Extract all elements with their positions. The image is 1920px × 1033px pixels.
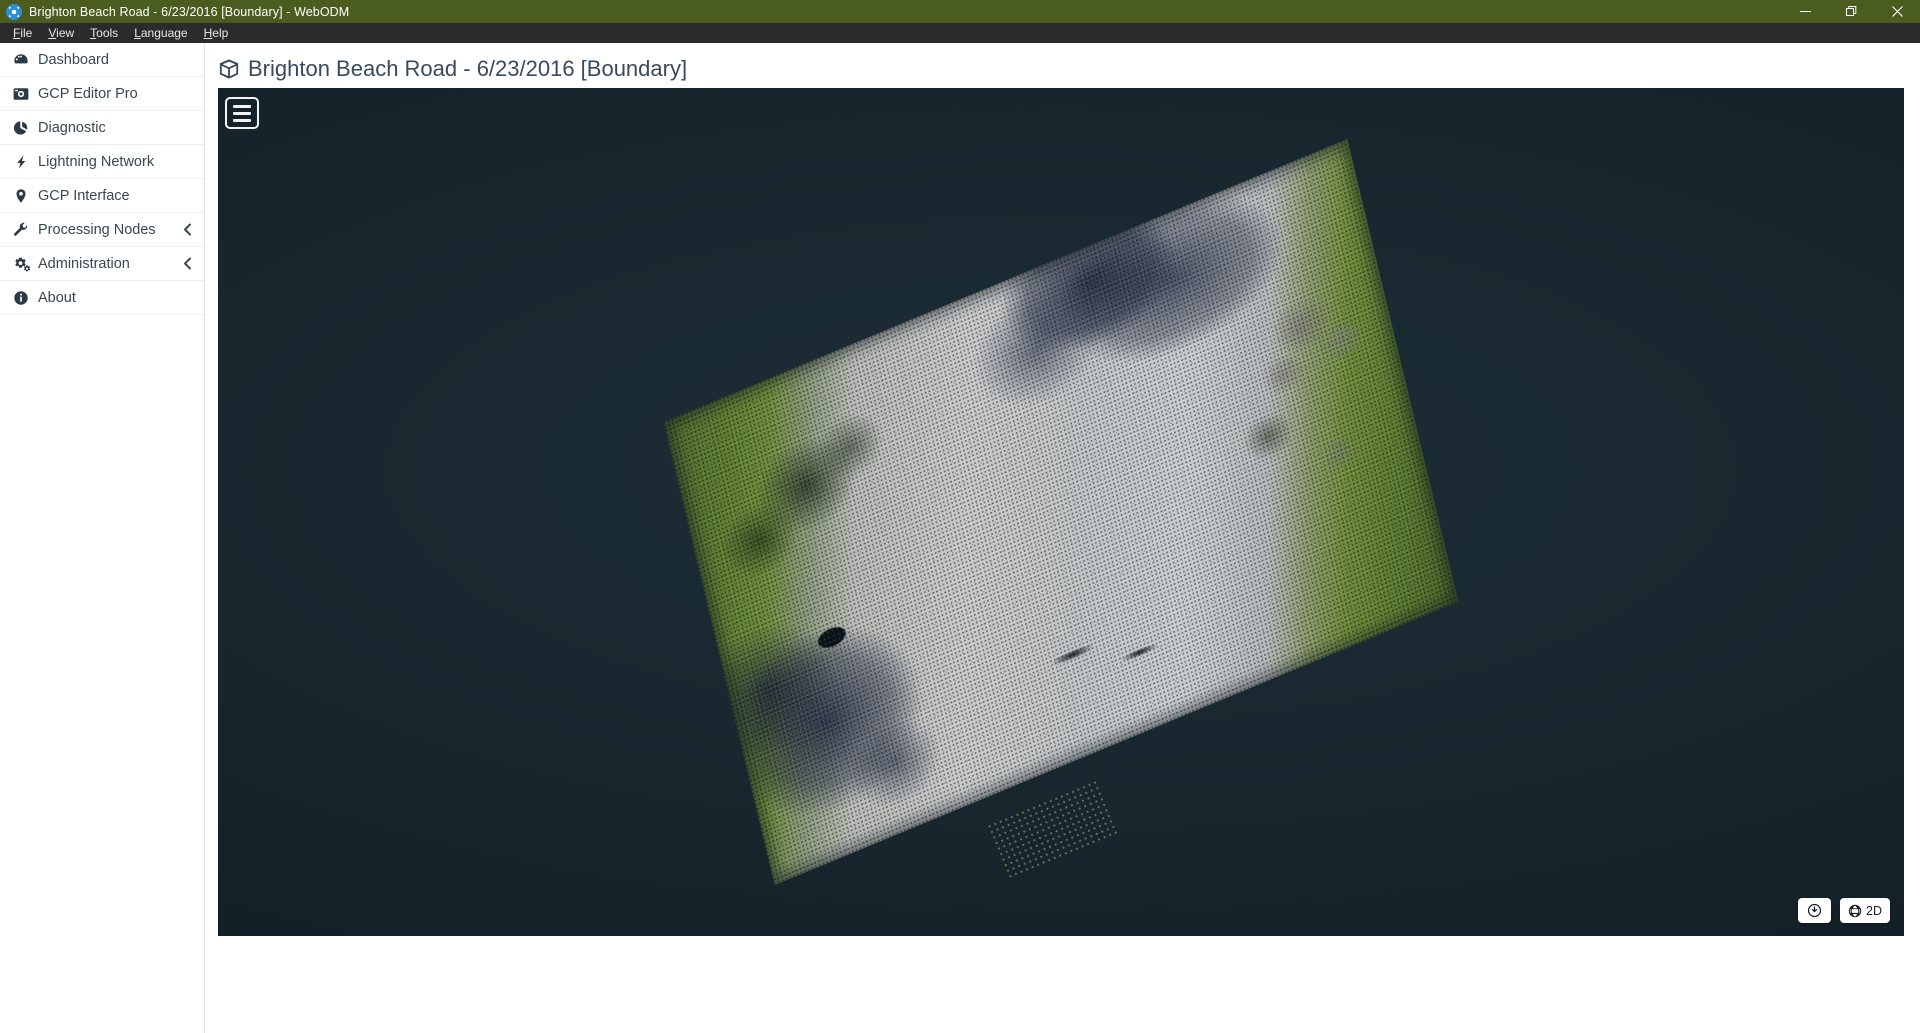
sidebar-item-lightning-network[interactable]: Lightning Network <box>0 145 204 179</box>
cube-icon <box>218 58 240 80</box>
hamburger-line <box>233 111 251 115</box>
hamburger-line <box>233 118 251 122</box>
point-cloud-viewer[interactable]: 2D <box>218 88 1904 936</box>
window-controls <box>1782 0 1920 23</box>
minimize-icon[interactable] <box>1782 0 1828 23</box>
bolt-icon <box>13 154 31 170</box>
restore-icon[interactable] <box>1828 0 1874 23</box>
sidebar-item-label: GCP Interface <box>38 187 130 204</box>
sidebar-item-label: Diagnostic <box>38 119 106 136</box>
viewer-toolbar: 2D <box>1798 898 1890 923</box>
sidebar-item-administration[interactable]: Administration <box>0 247 204 281</box>
hamburger-menu-icon[interactable] <box>225 97 259 129</box>
sidebar-item-label: Processing Nodes <box>38 221 156 238</box>
sidebar-item-dashboard[interactable]: Dashboard <box>0 43 204 77</box>
menu-tools[interactable]: Tools <box>82 23 126 43</box>
sidebar-item-label: Dashboard <box>38 51 109 68</box>
gcp-editor-icon <box>13 86 31 102</box>
sidebar-item-label: About <box>38 289 76 306</box>
sidebar-item-label: Administration <box>38 255 130 272</box>
wrench-icon <box>13 222 31 238</box>
page-title: Brighton Beach Road - 6/23/2016 [Boundar… <box>218 43 1904 88</box>
sidebar-item-gcp-editor-pro[interactable]: GCP Editor Pro <box>0 77 204 111</box>
dashboard-icon <box>13 52 31 68</box>
sidebar-item-label: Lightning Network <box>38 153 155 170</box>
sidebar-item-about[interactable]: About <box>0 281 204 315</box>
point-cloud-fringe <box>986 779 1121 881</box>
sidebar-item-diagnostic[interactable]: Diagnostic <box>0 111 204 145</box>
sidebar-item-label: GCP Editor Pro <box>38 85 138 102</box>
menu-file[interactable]: File <box>5 23 40 43</box>
menubar: File View Tools Language Help <box>0 23 1920 43</box>
globe-icon <box>1848 904 1862 918</box>
point-cloud-model <box>218 88 1904 936</box>
sidebar: Dashboard GCP Editor Pro Diagnostic Ligh… <box>0 43 205 1033</box>
pie-chart-icon <box>13 120 31 136</box>
sidebar-item-gcp-interface[interactable]: GCP Interface <box>0 179 204 213</box>
menu-help[interactable]: Help <box>196 23 237 43</box>
sidebar-item-processing-nodes[interactable]: Processing Nodes <box>0 213 204 247</box>
map-marker-icon <box>13 188 31 204</box>
page-title-text: Brighton Beach Road - 6/23/2016 [Boundar… <box>248 55 688 81</box>
point-cloud-slab <box>663 139 1459 885</box>
chevron-left-icon[interactable] <box>183 257 192 270</box>
menu-language[interactable]: Language <box>126 23 195 43</box>
view-mode-label: 2D <box>1866 903 1882 918</box>
app-content: Dashboard GCP Editor Pro Diagnostic Ligh… <box>0 43 1920 1033</box>
chevron-left-icon[interactable] <box>183 223 192 236</box>
main-panel: Brighton Beach Road - 6/23/2016 [Boundar… <box>205 43 1920 1033</box>
webodm-logo-icon <box>6 3 22 20</box>
view-mode-button[interactable]: 2D <box>1840 898 1890 923</box>
hamburger-line <box>233 104 251 108</box>
info-circle-icon <box>13 290 31 306</box>
point-cloud-edge-feather <box>664 139 1459 885</box>
measure-clock-button[interactable] <box>1798 898 1832 923</box>
menu-view[interactable]: View <box>40 23 82 43</box>
cogs-icon <box>13 256 31 272</box>
clock-circle-icon <box>1807 903 1822 918</box>
window-title: Brighton Beach Road - 6/23/2016 [Boundar… <box>29 4 350 19</box>
close-icon[interactable] <box>1874 0 1920 23</box>
window-titlebar: Brighton Beach Road - 6/23/2016 [Boundar… <box>0 0 1920 23</box>
